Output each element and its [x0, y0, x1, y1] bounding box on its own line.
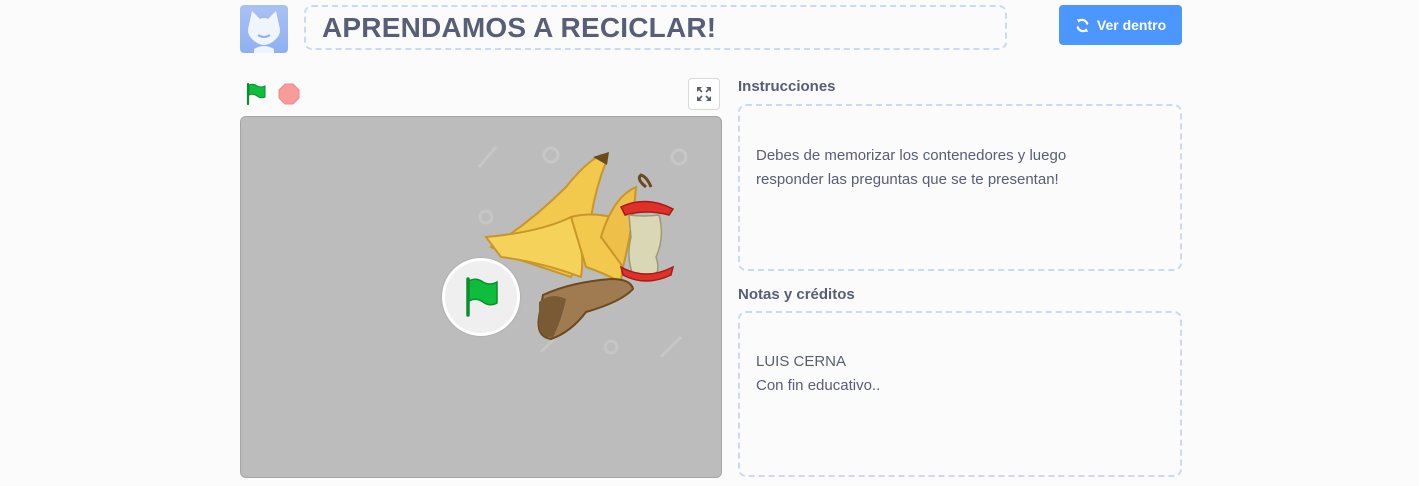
project-title: APRENDAMOS A RECICLAR! — [322, 11, 717, 43]
fullscreen-icon — [697, 87, 711, 101]
see-inside-button[interactable]: Ver dentro — [1059, 5, 1182, 45]
project-stage[interactable] — [240, 116, 722, 478]
stop-sign-icon — [278, 83, 300, 105]
remix-icon — [1076, 18, 1089, 32]
instructions-heading: Instrucciones — [738, 78, 836, 95]
fullscreen-button[interactable] — [688, 78, 720, 110]
credits-field[interactable]: LUIS CERNA Con fin educativo.. — [738, 311, 1182, 477]
credits-heading: Notas y créditos — [738, 286, 855, 303]
green-flag-icon — [466, 277, 498, 317]
project-page: APRENDAMOS A RECICLAR! Ver dentro Instru… — [0, 0, 1419, 486]
green-flag-icon — [246, 82, 266, 106]
project-title-field[interactable]: APRENDAMOS A RECICLAR! — [304, 5, 1007, 50]
green-flag-button[interactable] — [244, 82, 268, 106]
credits-text: LUIS CERNA Con fin educativo.. — [756, 353, 881, 394]
instructions-field[interactable]: Debes de memorizar los contenedores y lu… — [738, 104, 1182, 271]
stop-button[interactable] — [277, 82, 301, 106]
author-avatar[interactable] — [240, 5, 288, 53]
start-green-flag-button[interactable] — [442, 258, 520, 336]
see-inside-label: Ver dentro — [1096, 17, 1167, 33]
instructions-text: Debes de memorizar los contenedores y lu… — [756, 147, 1067, 188]
